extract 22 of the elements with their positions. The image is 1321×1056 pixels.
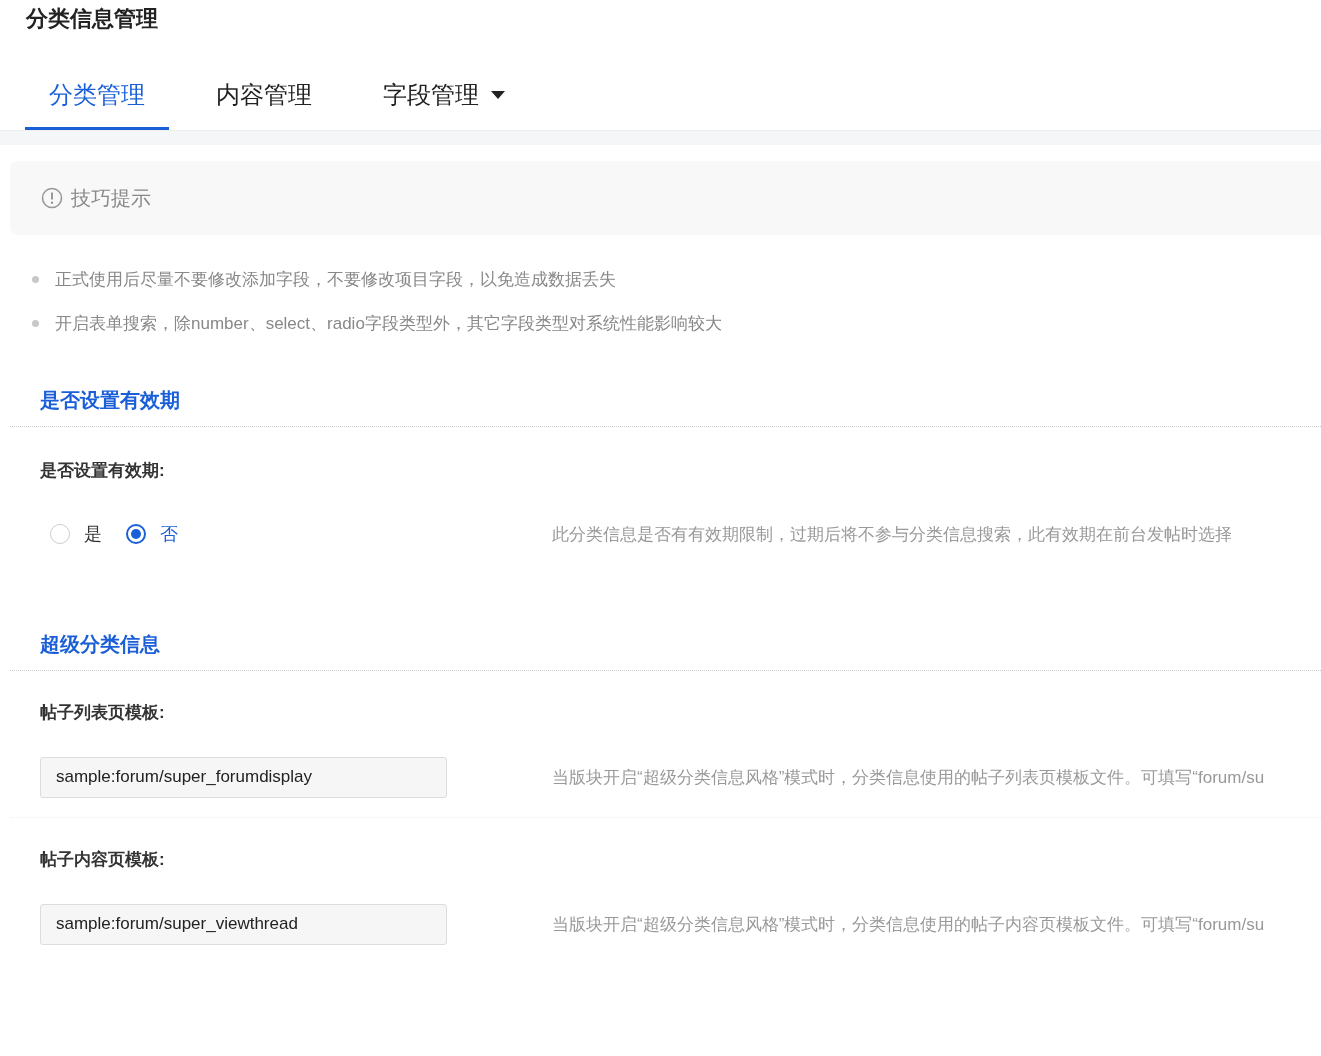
field-description: 此分类信息是否有有效期限制，过期后将不参与分类信息搜索，此有效期在前台发帖时选择 [552,523,1233,546]
input-field[interactable]: sample:forum/super_forumdisplay [40,756,447,798]
tip-text: 开启表单搜索，除number、select、radio字段类型外，其它字段类型对系统性能影响较大 [55,312,722,335]
section-title: 是否设置有效期 [10,345,1321,427]
radio-button[interactable] [126,524,146,544]
field-label: 帖子列表页模板: [40,702,166,724]
radio-option[interactable]: 否 [126,522,178,546]
section-title: 超级分类信息 [10,589,1321,671]
field-label: 是否设置有效期: [40,460,166,482]
field-description: 当版块开启“超级分类信息风格”模式时，分类信息使用的帖子列表页模板文件。可填写“forum/su [552,766,1266,789]
field-description: 当版块开启“超级分类信息风格”模式时，分类信息使用的帖子内容页模板文件。可填写“forum/su [552,913,1266,936]
tab[interactable]: 内容管理 [192,62,336,130]
bullet-icon [32,275,39,283]
page-title: 分类信息管理 [25,5,159,33]
radio-option[interactable]: 是 [50,522,102,546]
tab[interactable]: 字段管理 [359,62,529,130]
tip-title: 技巧提示 [71,185,151,211]
input-field[interactable]: sample:forum/super_viewthread [40,903,447,945]
tip-text: 正式使用后尽量不要修改添加字段，不要修改项目字段，以免造成数据丢失 [55,268,616,291]
info-icon [41,187,63,209]
bullet-icon [32,319,39,327]
field-label: 帖子内容页模板: [40,849,166,871]
